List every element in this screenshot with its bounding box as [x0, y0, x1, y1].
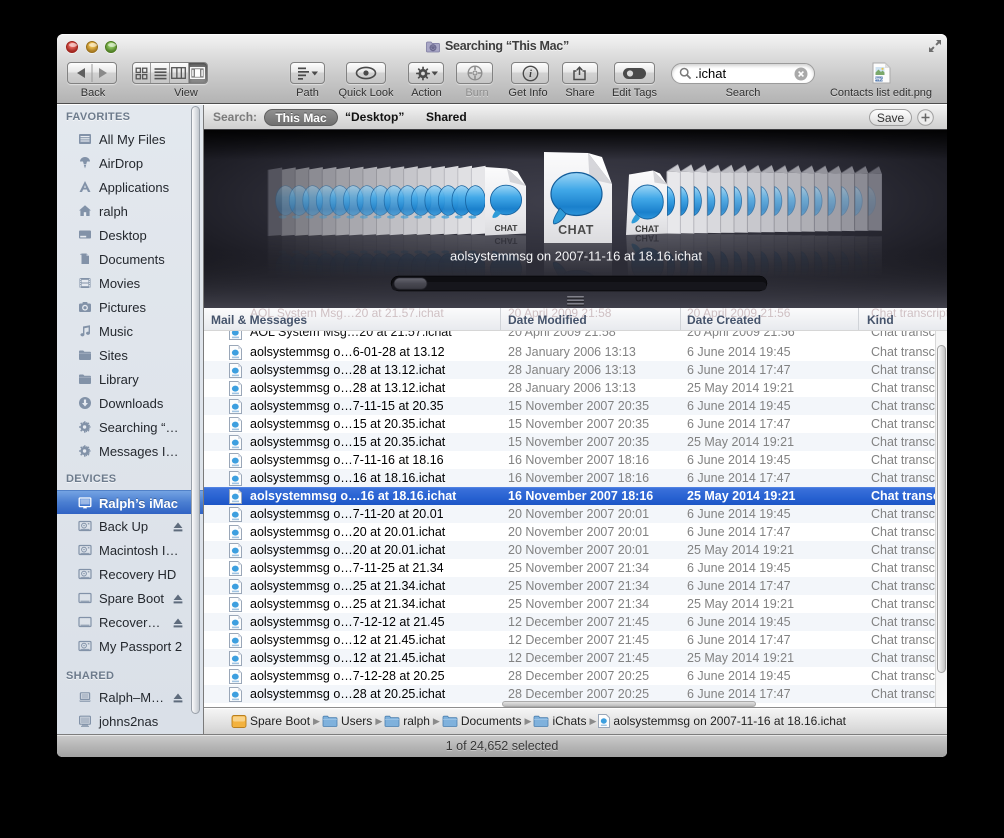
svg-text:i: i [529, 69, 532, 80]
svg-text:PNG: PNG [874, 77, 883, 82]
svg-text:aolsystemmsg on 2007-11-16 at: aolsystemmsg on 2007-11-16 at 18.16.icha… [450, 249, 702, 264]
svg-text:CHAT: CHAT [558, 223, 594, 237]
svg-text:CHAT: CHAT [495, 223, 519, 233]
